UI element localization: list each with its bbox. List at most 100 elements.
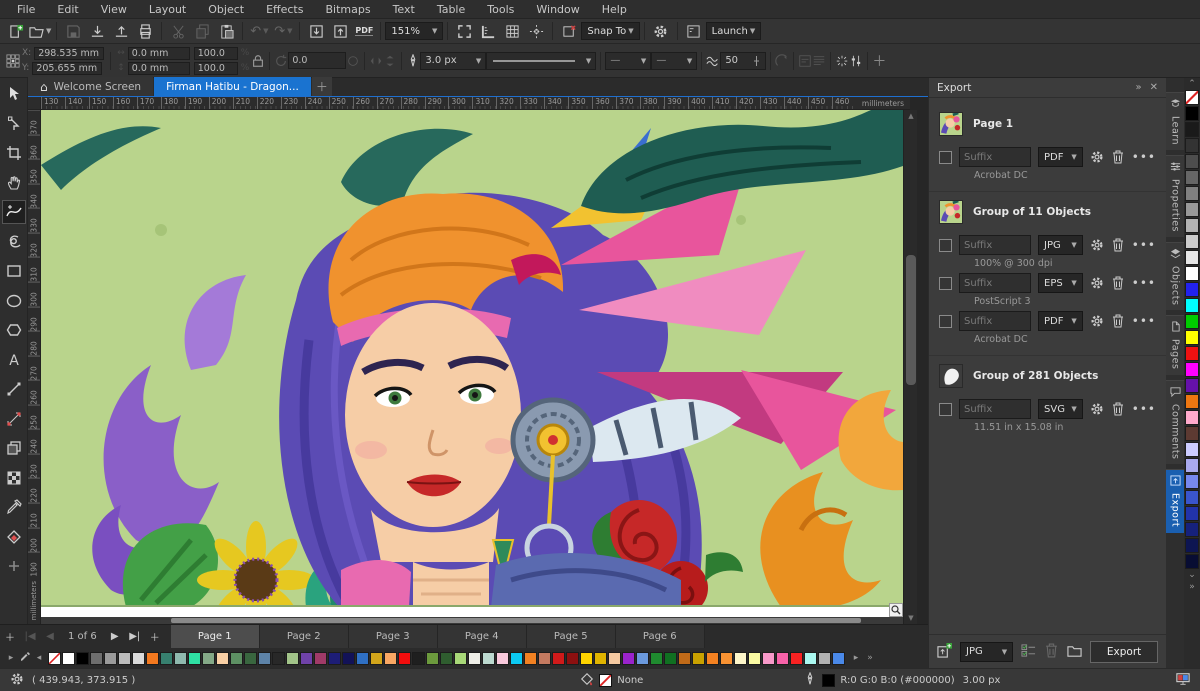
right-color-swatch-21[interactable] xyxy=(1185,426,1199,441)
format-dropdown[interactable]: PDF ▼ xyxy=(1038,147,1083,167)
mirror-horizontal-icon[interactable] xyxy=(369,54,383,68)
full-screen-icon[interactable] xyxy=(453,21,475,41)
docker-tab-export[interactable]: Export xyxy=(1166,469,1184,533)
copy-icon[interactable] xyxy=(191,21,213,41)
color-swatch-23[interactable] xyxy=(370,651,383,665)
save-icon[interactable] xyxy=(62,21,84,41)
color-swatch-25[interactable] xyxy=(398,651,411,665)
add-page-button-2[interactable]: ＋ xyxy=(145,625,165,649)
shape-tool[interactable] xyxy=(2,112,26,136)
format-dropdown[interactable]: SVG ▼ xyxy=(1038,399,1083,419)
format-dropdown[interactable]: EPS ▼ xyxy=(1038,273,1083,293)
add-tool[interactable] xyxy=(2,554,26,578)
docker-close-icon[interactable]: ✕ xyxy=(1150,82,1158,93)
color-swatch-5[interactable] xyxy=(118,651,131,665)
menu-text[interactable]: Text xyxy=(382,0,426,19)
object-width-field[interactable] xyxy=(127,46,190,60)
pan-tool[interactable] xyxy=(2,171,26,195)
add-export-icon[interactable] xyxy=(937,642,952,661)
color-swatch-47[interactable] xyxy=(706,651,719,665)
more-options-icon[interactable]: ••• xyxy=(1132,238,1156,252)
suffix-input[interactable] xyxy=(959,311,1031,331)
object-height-field[interactable] xyxy=(127,61,190,75)
color-swatch-17[interactable] xyxy=(286,651,299,665)
outline-width-combo[interactable]: 3.0 px ▼ xyxy=(420,51,487,70)
launch-icon[interactable] xyxy=(683,21,705,41)
connector-tool[interactable] xyxy=(2,377,26,401)
right-color-swatch-1[interactable] xyxy=(1185,106,1199,121)
right-color-swatch-4[interactable] xyxy=(1185,154,1199,169)
snap-off-icon[interactable] xyxy=(558,21,580,41)
right-color-swatch-6[interactable] xyxy=(1185,186,1199,201)
open-from-cloud-icon[interactable] xyxy=(86,21,108,41)
color-swatch-28[interactable] xyxy=(440,651,453,665)
fill-icon[interactable] xyxy=(580,672,594,689)
show-guidelines-icon[interactable] xyxy=(525,21,547,41)
export-icon[interactable] xyxy=(329,21,351,41)
color-swatch-1[interactable] xyxy=(62,651,75,665)
menu-tools[interactable]: Tools xyxy=(476,0,525,19)
right-color-swatch-14[interactable] xyxy=(1185,314,1199,329)
more-options-icon[interactable]: ••• xyxy=(1132,314,1156,328)
export-checkbox[interactable] xyxy=(939,150,952,164)
polygon-tool[interactable] xyxy=(2,318,26,342)
vertical-scroll-thumb[interactable] xyxy=(906,255,916,385)
palette-eyedropper-icon[interactable] xyxy=(18,651,32,665)
color-swatch-39[interactable] xyxy=(594,651,607,665)
right-color-swatch-15[interactable] xyxy=(1185,330,1199,345)
docker-tab-learn[interactable]: Learn xyxy=(1166,92,1184,151)
page-tab-1[interactable]: Page 1 xyxy=(170,624,260,649)
output-folder-icon[interactable] xyxy=(1067,643,1082,661)
pick-tool[interactable] xyxy=(2,82,26,106)
palette-menu-arrow[interactable]: ▸ xyxy=(4,653,18,663)
artistic-media-tool[interactable] xyxy=(2,230,26,254)
ruler-origin-corner[interactable] xyxy=(28,97,41,110)
color-swatch-34[interactable] xyxy=(524,651,537,665)
right-color-swatch-20[interactable] xyxy=(1185,410,1199,425)
more-options-icon[interactable]: ••• xyxy=(1132,150,1156,164)
right-palette-scroll-down[interactable]: ⌄ xyxy=(1185,569,1199,581)
new-document-tab-button[interactable]: ＋ xyxy=(311,77,332,96)
scale-x-field[interactable] xyxy=(193,46,238,60)
right-color-swatch-18[interactable] xyxy=(1185,378,1199,393)
line-style-combo[interactable]: ▼ xyxy=(486,51,597,70)
docker-collapse-icon[interactable]: » xyxy=(1135,82,1141,93)
right-color-swatch-27[interactable] xyxy=(1185,522,1199,537)
color-swatch-20[interactable] xyxy=(328,651,341,665)
menu-table[interactable]: Table xyxy=(426,0,476,19)
right-color-swatch-26[interactable] xyxy=(1185,506,1199,521)
add-page-button[interactable]: ＋ xyxy=(0,625,20,649)
paste-icon[interactable] xyxy=(215,21,237,41)
open-icon[interactable]: ▼ xyxy=(29,21,51,41)
right-color-swatch-19[interactable] xyxy=(1185,394,1199,409)
menu-bitmaps[interactable]: Bitmaps xyxy=(314,0,381,19)
color-swatch-55[interactable] xyxy=(818,651,831,665)
right-color-swatch-3[interactable] xyxy=(1185,138,1199,153)
ellipse-tool[interactable] xyxy=(2,289,26,313)
suffix-input[interactable] xyxy=(959,235,1031,255)
right-color-swatch-7[interactable] xyxy=(1185,202,1199,217)
rectangle-tool[interactable] xyxy=(2,259,26,283)
print-icon[interactable] xyxy=(134,21,156,41)
outline-pen-status-icon[interactable] xyxy=(803,670,817,689)
menu-edit[interactable]: Edit xyxy=(46,0,89,19)
right-color-swatch-8[interactable] xyxy=(1185,218,1199,233)
right-palette-scroll-up[interactable]: ⌃ xyxy=(1185,78,1199,90)
color-swatch-27[interactable] xyxy=(426,651,439,665)
page-tab-2[interactable]: Page 2 xyxy=(259,624,349,649)
redo-icon[interactable]: ↷ ▼ xyxy=(272,21,294,41)
export-settings-gear-icon[interactable] xyxy=(1090,314,1104,328)
color-swatch-44[interactable] xyxy=(664,651,677,665)
horizontal-scrollbar[interactable] xyxy=(41,617,903,624)
jitter-icon[interactable] xyxy=(835,54,849,68)
export-checkbox[interactable] xyxy=(939,276,952,290)
document-tab-0[interactable]: ⌂ Welcome Screen xyxy=(28,77,154,96)
color-swatch-13[interactable] xyxy=(230,651,243,665)
drop-shadow-tool[interactable] xyxy=(2,436,26,460)
eyedropper-tool[interactable] xyxy=(2,495,26,519)
lock-ratio-icon[interactable] xyxy=(251,54,265,68)
page-tab-6[interactable]: Page 6 xyxy=(615,624,705,649)
previous-page-button[interactable]: ◀ xyxy=(40,625,60,649)
rotation-angle-field[interactable] xyxy=(288,52,347,69)
cut-icon[interactable] xyxy=(167,21,189,41)
